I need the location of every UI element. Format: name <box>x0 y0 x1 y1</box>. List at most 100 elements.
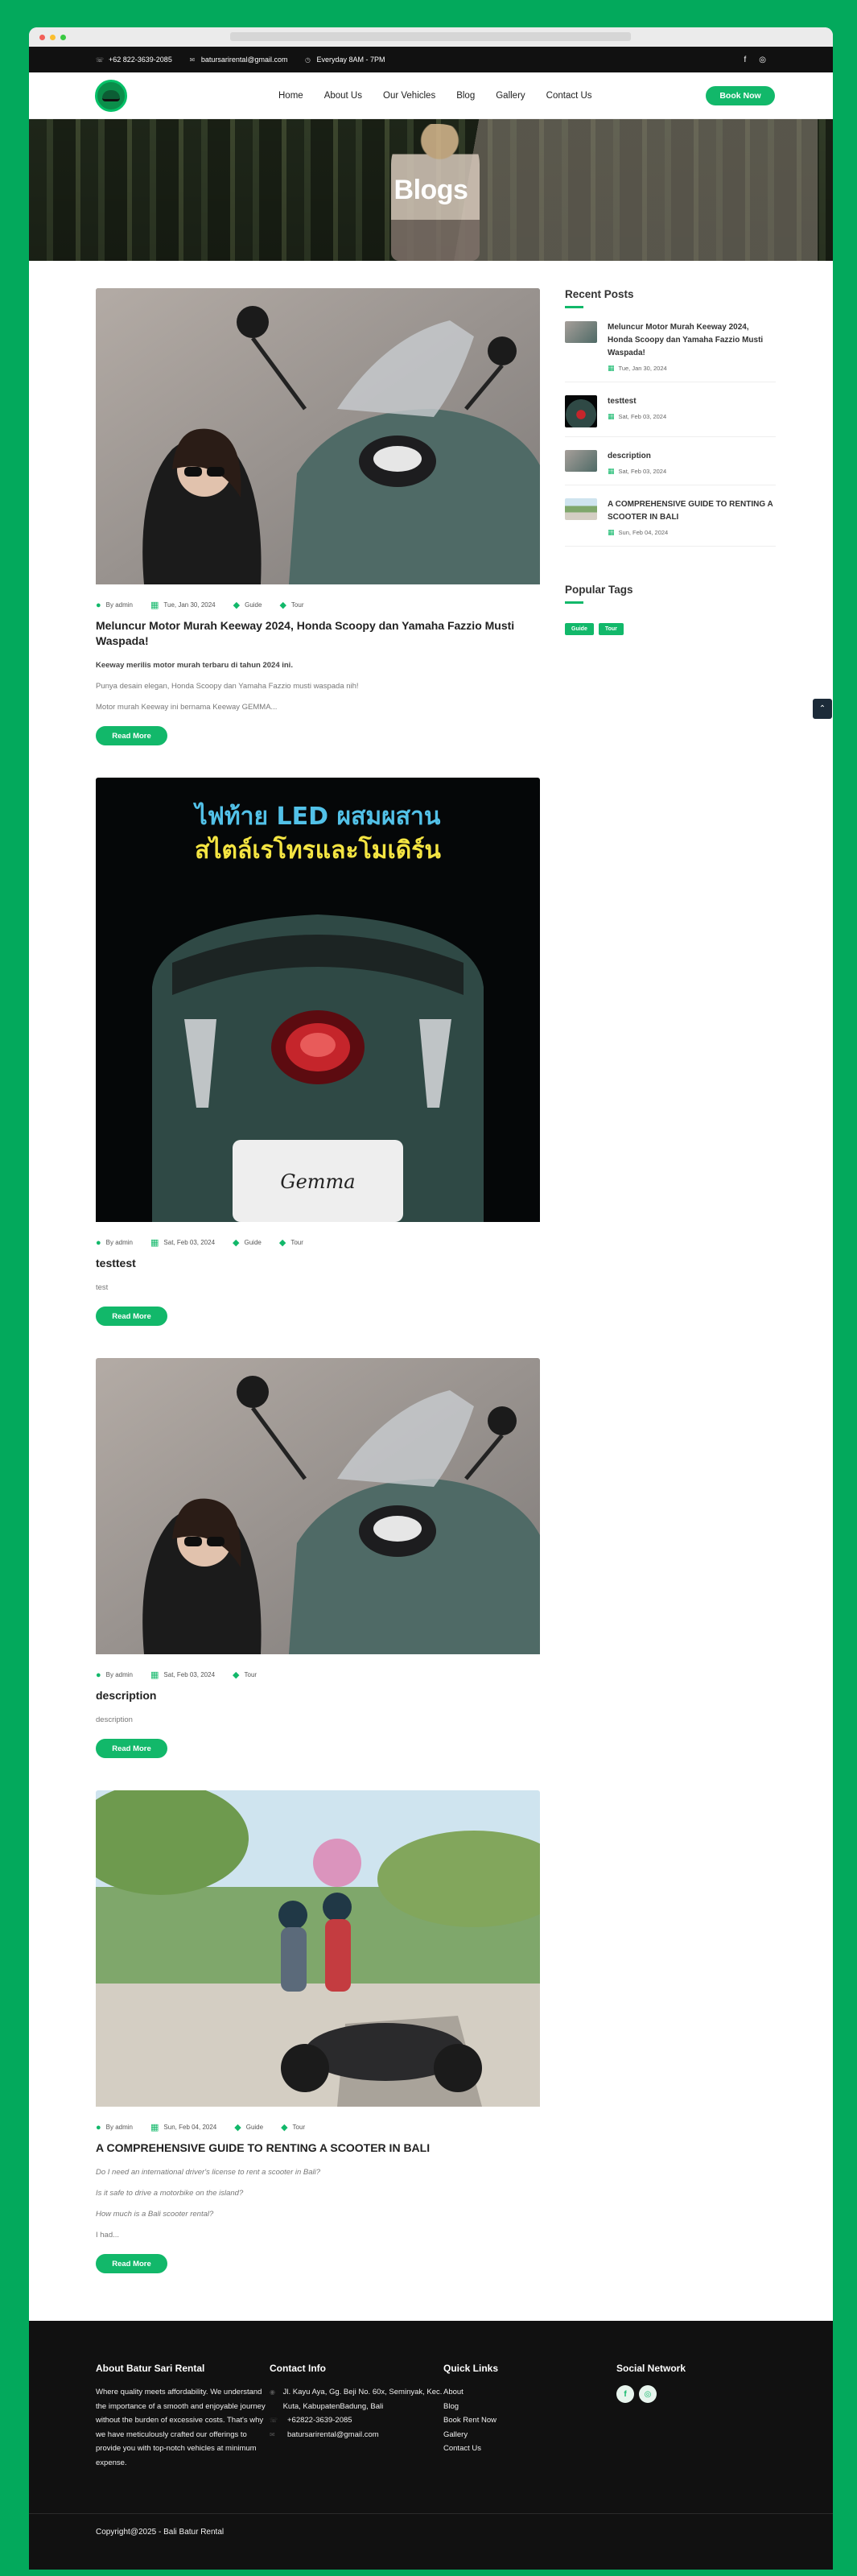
calendar-icon: ▦ <box>150 1238 159 1248</box>
post-tag[interactable]: Tour <box>245 1671 258 1678</box>
post-author: By admin <box>105 601 134 609</box>
footer-link-contact-us[interactable]: Contact Us <box>443 2442 616 2456</box>
recent-post-item[interactable]: A COMPREHENSIVE GUIDE TO RENTING A SCOOT… <box>565 485 776 547</box>
recent-post-title[interactable]: description <box>608 450 666 463</box>
facebook-icon[interactable]: f <box>744 56 746 64</box>
tag-guide[interactable]: Guide <box>565 623 594 635</box>
post-date: Sun, Feb 04, 2024 <box>163 2124 217 2131</box>
recent-post-title[interactable]: Meluncur Motor Murah Keeway 2024, Honda … <box>608 321 776 360</box>
read-more-button[interactable]: Read More <box>96 2254 167 2273</box>
topbar-phone: +62 822-3639-2085 <box>109 56 172 64</box>
topbar-hours: Everyday 8AM - 7PM <box>316 56 385 64</box>
post-tag[interactable]: Guide <box>245 601 262 609</box>
footer-quick-links: Quick Links About Blog Book Rent Now Gal… <box>443 2363 616 2470</box>
instagram-icon[interactable]: ◎ <box>759 56 766 64</box>
recent-post-item[interactable]: Meluncur Motor Murah Keeway 2024, Honda … <box>565 308 776 382</box>
footer-link-about[interactable]: About <box>443 2385 616 2400</box>
recent-post-item[interactable]: description ▦ Sat, Feb 03, 2024 <box>565 437 776 485</box>
user-icon: ● <box>96 1237 101 1248</box>
post-image[interactable] <box>96 1358 540 1658</box>
post-tag[interactable]: Tour <box>290 1239 303 1246</box>
post-title[interactable]: description <box>96 1688 540 1703</box>
post-author: By admin <box>105 1671 134 1678</box>
tags-icon: ◆ <box>281 2123 288 2132</box>
post-excerpt: description <box>96 1715 133 1724</box>
post-date: Tue, Jan 30, 2024 <box>163 601 216 609</box>
nav-home[interactable]: Home <box>278 91 303 101</box>
calendar-icon: ▦ <box>608 467 615 475</box>
recent-post-thumb[interactable] <box>565 321 597 343</box>
maximize-dot-icon[interactable] <box>60 34 66 40</box>
license-plate-text: Gemma <box>280 1170 355 1193</box>
post-image[interactable] <box>96 1790 540 2111</box>
facebook-icon[interactable]: f <box>616 2385 634 2403</box>
read-more-button[interactable]: Read More <box>96 726 167 745</box>
recent-post-title[interactable]: A COMPREHENSIVE GUIDE TO RENTING A SCOOT… <box>608 498 776 524</box>
footer-link-blog[interactable]: Blog <box>443 2400 616 2414</box>
tag-tour[interactable]: Tour <box>598 623 624 635</box>
nav-our-vehicles[interactable]: Our Vehicles <box>383 91 435 101</box>
sidebar: Recent Posts Meluncur Motor Murah Keeway… <box>565 288 776 2306</box>
recent-post-item[interactable]: testtest ▦ Sat, Feb 03, 2024 <box>565 382 776 437</box>
post-excerpt: Do I need an international driver's lice… <box>96 2168 321 2177</box>
tags-icon: ◆ <box>234 2123 241 2132</box>
blog-content: ● By admin ▦ Tue, Jan 30, 2024 ◆ Guide ◆ Tou… <box>29 261 833 2306</box>
mail-icon: ✉ <box>189 56 196 64</box>
recent-post-thumb[interactable] <box>565 498 597 520</box>
recent-post-title[interactable]: testtest <box>608 395 666 408</box>
post-title[interactable]: A COMPREHENSIVE GUIDE TO RENTING A SCOOT… <box>96 2140 540 2156</box>
tags-icon: ◆ <box>278 1238 286 1248</box>
post-excerpt: Is it safe to drive a motorbike on the i… <box>96 2189 244 2198</box>
recent-posts-title: Recent Posts <box>565 288 634 300</box>
book-now-button[interactable]: Book Now <box>706 85 775 105</box>
site-footer: About Batur Sari Rental Where quality me… <box>29 2321 833 2570</box>
chevron-up-icon: ⌃ <box>818 704 826 713</box>
post-title[interactable]: testtest <box>96 1256 540 1271</box>
tag-cloud: Guide Tour <box>565 623 776 635</box>
recent-post-date: Sun, Feb 04, 2024 <box>618 529 669 536</box>
topbar-email: batursarirental@gmail.com <box>200 56 288 64</box>
post-meta: ● By admin ▦ Sat, Feb 03, 2024 ◆ Tour <box>96 1670 540 1681</box>
footer-link-gallery[interactable]: Gallery <box>443 2428 616 2442</box>
blog-post: ไฟท้าย LED ผสมผสาน สไตล์เรโทรและโมเดิร์น… <box>96 778 540 1326</box>
nav-about-us[interactable]: About Us <box>324 91 362 101</box>
footer-copyright: Copyright@2025 - Bali Batur Rental <box>29 2513 833 2550</box>
post-tag[interactable]: Tour <box>293 2124 306 2131</box>
footer-phone[interactable]: +62822-3639-2085 <box>287 2413 352 2428</box>
image-caption-2: สไตล์เรโทรและโมเดิร์น <box>195 835 441 865</box>
footer-link-book-rent-now[interactable]: Book Rent Now <box>443 2413 616 2428</box>
site-logo[interactable] <box>95 79 127 112</box>
location-icon: ◉ <box>270 2388 275 2396</box>
mail-icon: ✉ <box>270 2430 275 2438</box>
tags-icon: ◆ <box>279 601 286 610</box>
main-navbar: Home About Us Our Vehicles Blog Gallery … <box>29 72 833 119</box>
post-tag[interactable]: Tour <box>291 601 304 609</box>
calendar-icon: ▦ <box>608 528 615 536</box>
minimize-dot-icon[interactable] <box>50 34 56 40</box>
read-more-button[interactable]: Read More <box>96 1307 167 1326</box>
nav-contact-us[interactable]: Contact Us <box>546 91 592 101</box>
scroll-to-top-button[interactable]: ⌃ <box>813 699 832 719</box>
nav-blog[interactable]: Blog <box>456 91 475 101</box>
post-title[interactable]: Meluncur Motor Murah Keeway 2024, Honda … <box>96 618 540 649</box>
footer-about-title: About Batur Sari Rental <box>96 2363 205 2374</box>
close-dot-icon[interactable] <box>39 34 45 40</box>
user-icon: ● <box>96 2122 101 2132</box>
post-tag[interactable]: Guide <box>246 2124 263 2131</box>
recent-post-thumb[interactable] <box>565 395 597 427</box>
nav-gallery[interactable]: Gallery <box>496 91 525 101</box>
footer-email[interactable]: batursarirental@gmail.com <box>287 2428 379 2442</box>
tags-icon: ◆ <box>233 1670 240 1680</box>
post-tag[interactable]: Guide <box>245 1239 262 1246</box>
footer-contact: Contact Info ◉ Jl. Kayu Aya, Gg. Beji No.… <box>270 2363 443 2470</box>
recent-post-thumb[interactable] <box>565 450 597 472</box>
post-meta: ● By admin ▦ Sun, Feb 04, 2024 ◆ Guide ◆ Tou… <box>96 2122 540 2133</box>
post-image[interactable] <box>96 288 540 588</box>
instagram-icon[interactable]: ◎ <box>639 2385 657 2403</box>
blog-post: ● By admin ▦ Sat, Feb 03, 2024 ◆ Tour descr… <box>96 1358 540 1758</box>
address-bar[interactable] <box>230 32 631 41</box>
read-more-button[interactable]: Read More <box>96 1739 167 1758</box>
footer-contact-title: Contact Info <box>270 2363 326 2374</box>
post-image[interactable]: ไฟท้าย LED ผสมผสาน สไตล์เรโทรและโมเดิร์น… <box>96 778 540 1226</box>
browser-window: ☏ +62 822-3639-2085 ✉ batursarirental@gmai… <box>29 27 833 2570</box>
